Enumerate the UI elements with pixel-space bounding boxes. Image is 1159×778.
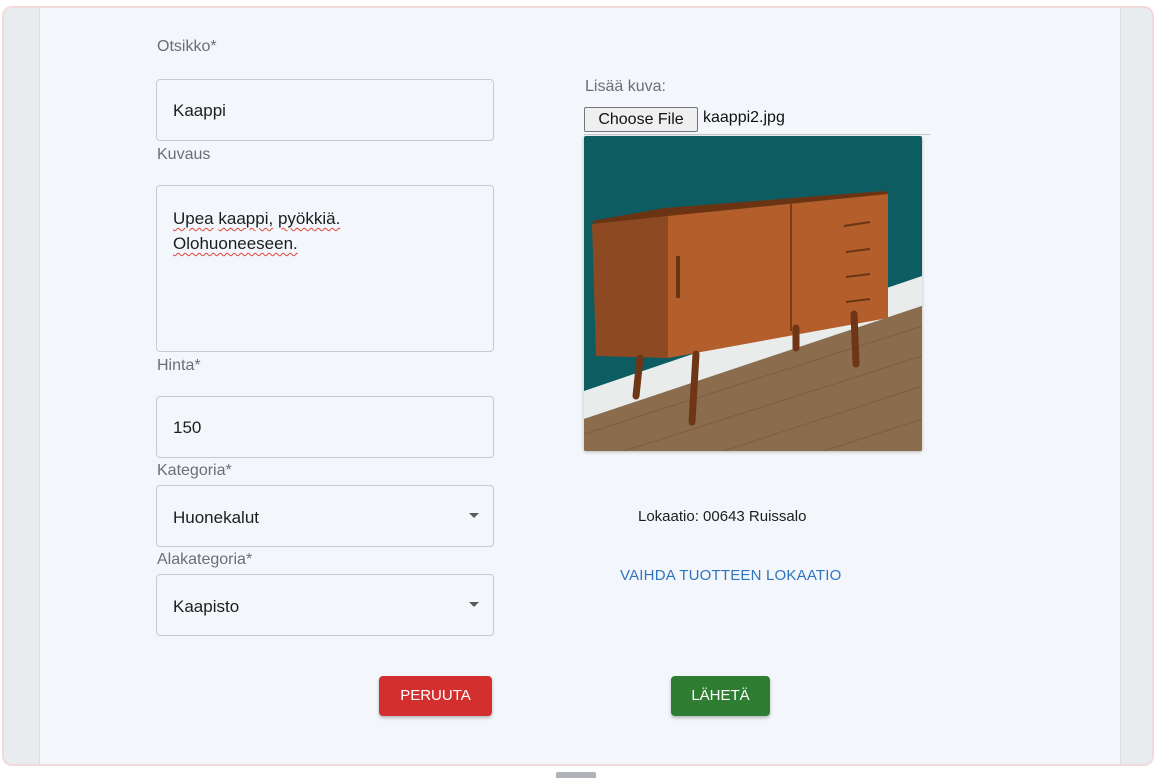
category-label: Kategoria* [157, 462, 232, 479]
category-select[interactable]: Huonekalut [156, 485, 494, 547]
change-location-link[interactable]: VAIHDA TUOTTEEN LOKAATIO [620, 567, 842, 584]
file-divider [584, 134, 930, 135]
location-text: Lokaatio: 00643 Ruissalo [638, 508, 807, 525]
description-word: Olohuoneeseen. [173, 234, 298, 253]
subcategory-label: Alakategoria* [157, 551, 253, 568]
submit-button[interactable]: LÄHETÄ [671, 676, 770, 716]
description-word: Upea [173, 209, 214, 228]
title-label: Otsikko* [157, 38, 217, 55]
description-label: Kuvaus [157, 146, 211, 163]
price-input[interactable]: 150 [156, 396, 494, 458]
choose-file-button[interactable]: Choose File [584, 107, 698, 132]
image-label: Lisää kuva: [585, 78, 666, 95]
file-name: kaappi2.jpg [703, 109, 785, 126]
description-word: kaappi, [218, 209, 274, 228]
subcategory-select[interactable]: Kaapisto [156, 574, 494, 636]
subcategory-value: Kaapisto [173, 597, 240, 616]
chevron-down-icon [469, 513, 479, 518]
description-word: pyökkiä. [277, 209, 341, 228]
product-image [584, 136, 922, 451]
title-input[interactable]: Kaappi [156, 79, 494, 141]
scroll-handle[interactable] [556, 772, 596, 778]
price-label: Hinta* [157, 357, 201, 374]
chevron-down-icon [469, 602, 479, 607]
title-value: Kaappi [173, 101, 226, 120]
description-value: Upea kaappi, pyökkiä. Olohuoneeseen. [173, 206, 340, 256]
description-textarea[interactable]: Upea kaappi, pyökkiä. Olohuoneeseen. [156, 185, 494, 352]
price-value: 150 [173, 418, 202, 437]
cancel-button[interactable]: PERUUTA [379, 676, 492, 716]
category-value: Huonekalut [173, 508, 260, 527]
